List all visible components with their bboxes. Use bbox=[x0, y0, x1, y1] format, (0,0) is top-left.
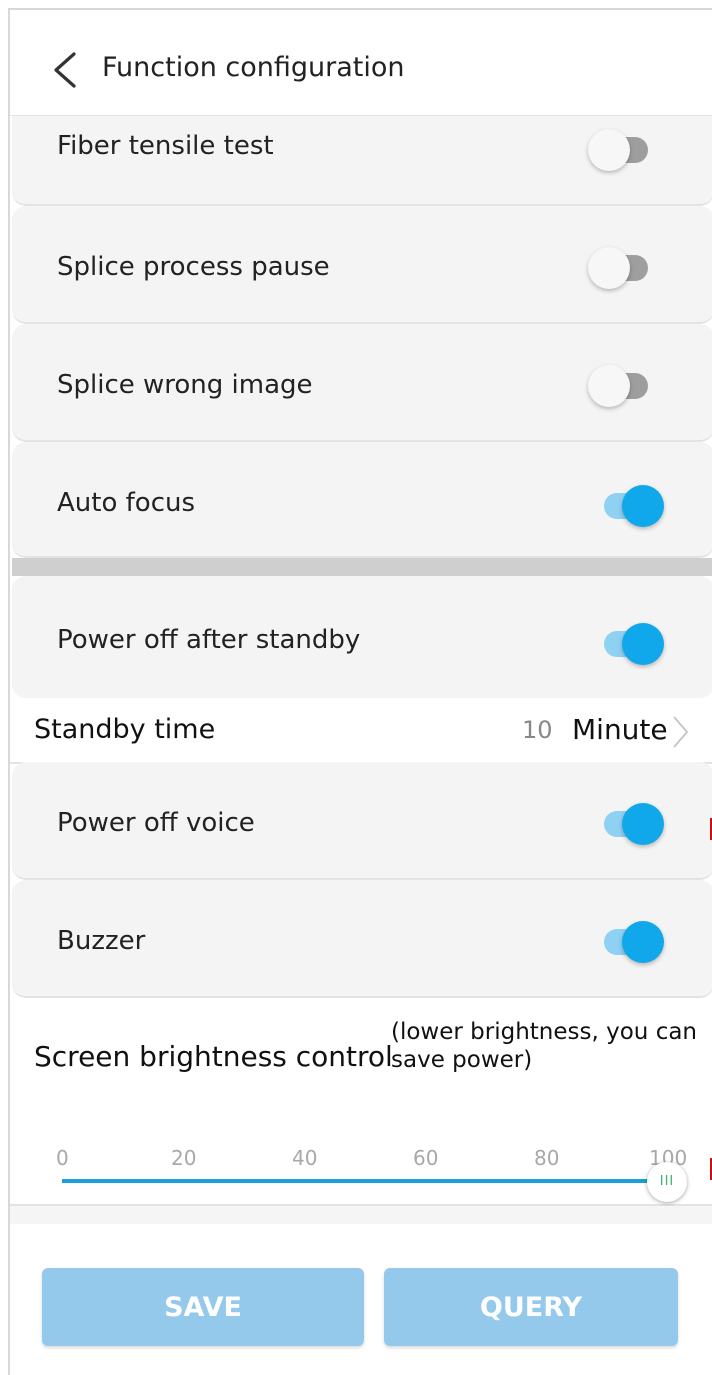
row-splice-process-pause: Splice process pause bbox=[12, 206, 712, 324]
row-label: Splice process pause bbox=[57, 252, 330, 282]
toggle-knob bbox=[622, 485, 664, 527]
section-divider bbox=[12, 558, 712, 576]
app-screen: Function configuration Fiber tensile tes… bbox=[8, 8, 712, 1375]
row-power-off-voice: Power off voice bbox=[12, 762, 712, 880]
row-label: Buzzer bbox=[57, 926, 146, 956]
header: Function configuration bbox=[10, 10, 712, 116]
slider-tick: 60 bbox=[413, 1146, 439, 1170]
brightness-section: Screen brightness control (lower brightn… bbox=[10, 998, 712, 1206]
standby-time-unit: Minute bbox=[572, 713, 668, 746]
row-auto-focus: Auto focus bbox=[12, 442, 712, 558]
row-label: Splice wrong image bbox=[57, 370, 313, 400]
row-fiber-tensile-test: Fiber tensile test bbox=[12, 116, 712, 206]
auto-focus-toggle[interactable] bbox=[590, 484, 664, 528]
row-power-off-after-standby: Power off after standby bbox=[12, 576, 712, 698]
row-splice-wrong-image: Splice wrong image bbox=[12, 324, 712, 442]
fiber-tensile-test-toggle[interactable] bbox=[588, 128, 662, 172]
standby-time-row[interactable]: Standby time 10 Minute bbox=[10, 698, 712, 764]
slider-tick: 80 bbox=[534, 1146, 560, 1170]
slider-tick: 40 bbox=[292, 1146, 318, 1170]
back-arrow-icon[interactable] bbox=[48, 50, 82, 90]
chevron-right-icon bbox=[673, 716, 689, 748]
slider-tick: 20 bbox=[171, 1146, 197, 1170]
toggle-knob bbox=[588, 247, 630, 289]
save-button[interactable]: SAVE bbox=[42, 1268, 364, 1346]
toggle-knob bbox=[622, 921, 664, 963]
brightness-note: (lower brightness, you can save power) bbox=[391, 1019, 698, 1073]
standby-time-value: 10 bbox=[522, 716, 553, 744]
row-label: Power off voice bbox=[57, 808, 255, 838]
spacer-strip bbox=[10, 1206, 712, 1224]
brightness-slider-track[interactable] bbox=[62, 1179, 660, 1183]
row-label: Power off after standby bbox=[57, 625, 361, 655]
query-button[interactable]: QUERY bbox=[384, 1268, 678, 1346]
splice-wrong-image-toggle[interactable] bbox=[588, 364, 662, 408]
row-label: Auto focus bbox=[57, 488, 196, 518]
splice-process-pause-toggle[interactable] bbox=[588, 246, 662, 290]
page-title: Function configuration bbox=[102, 52, 405, 83]
row-label: Fiber tensile test bbox=[57, 131, 274, 161]
brightness-slider-handle[interactable]: III bbox=[647, 1162, 687, 1202]
power-off-after-standby-toggle[interactable] bbox=[590, 622, 664, 666]
slider-tick: 0 bbox=[56, 1146, 69, 1170]
brightness-label: Screen brightness control bbox=[34, 1040, 393, 1073]
toggle-knob bbox=[588, 365, 630, 407]
power-off-voice-toggle[interactable] bbox=[590, 802, 664, 846]
row-buzzer: Buzzer bbox=[12, 880, 712, 998]
toggle-knob bbox=[588, 129, 630, 171]
buzzer-toggle[interactable] bbox=[590, 920, 664, 964]
standby-time-label: Standby time bbox=[34, 714, 216, 745]
toggle-knob bbox=[622, 623, 664, 665]
toggle-knob bbox=[622, 803, 664, 845]
